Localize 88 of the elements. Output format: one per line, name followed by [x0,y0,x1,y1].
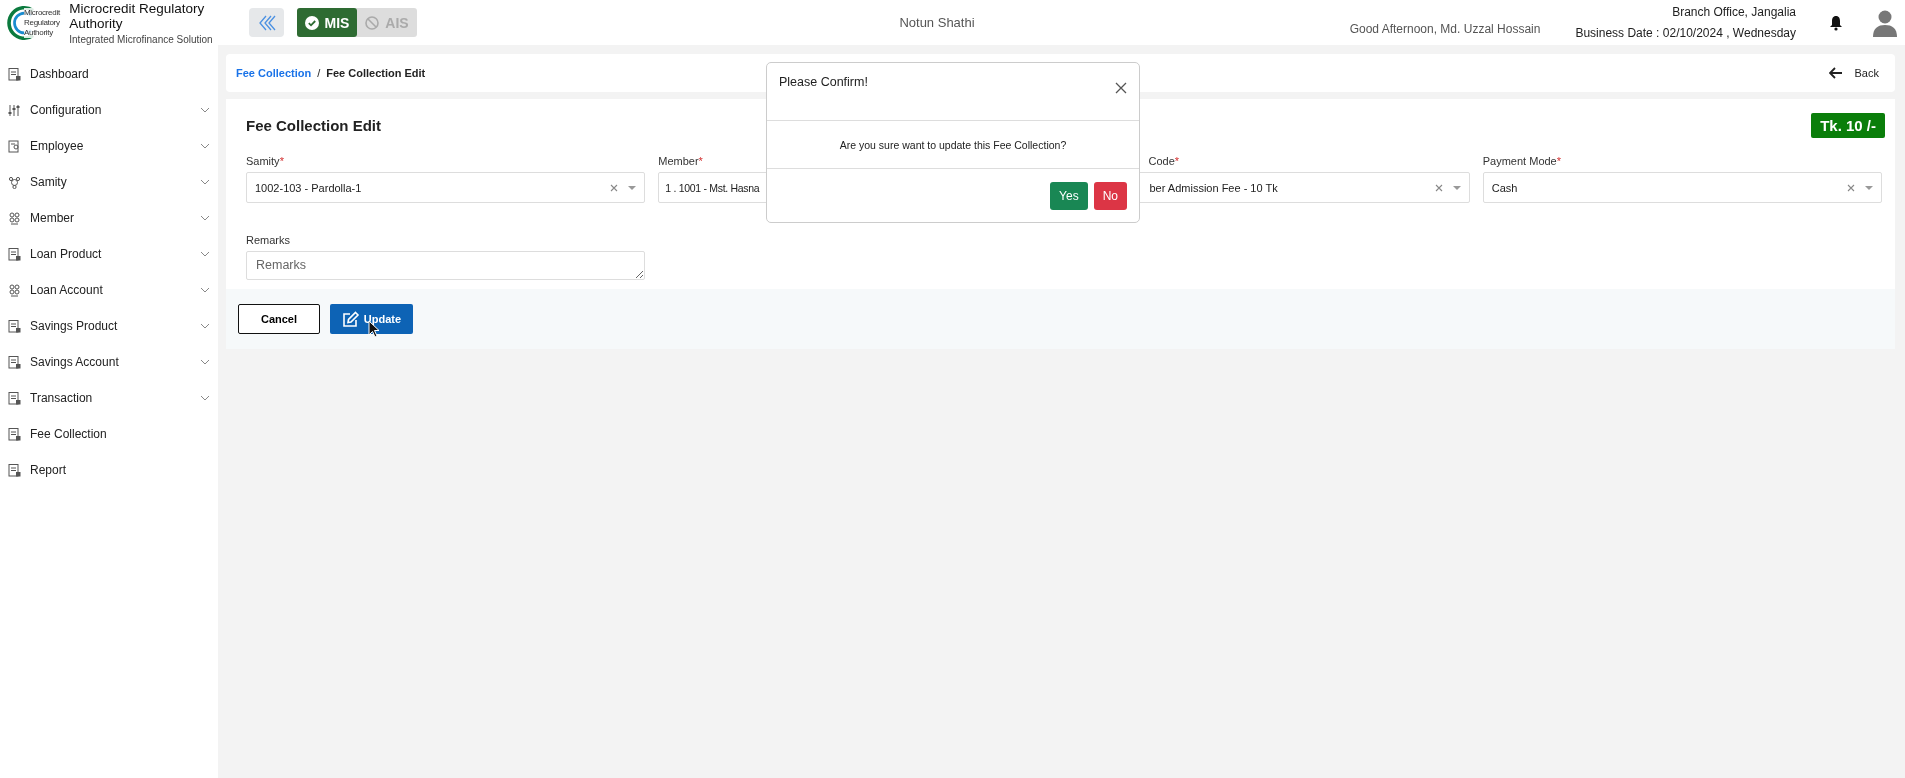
sidebar-label: Samity [30,175,68,189]
chevron-down-icon [200,395,210,401]
close-icon[interactable] [1115,82,1127,94]
sidebar-item[interactable]: Member [0,200,218,236]
notification-bell-icon[interactable] [1829,14,1843,31]
sidebar-item[interactable]: Savings Account [0,344,218,380]
sidebar-label: Member [30,211,75,225]
chevron-down-icon [200,359,210,365]
breadcrumb-link[interactable]: Fee Collection [236,67,312,79]
sidebar-label: Transaction [30,391,94,405]
field-label: Samity* [246,155,284,167]
document-icon [8,355,21,369]
sidebar-label: Loan Product [30,247,103,261]
business-date: Business Date : 02/10/2024 , Wednesday [1575,26,1796,40]
sidebar-item[interactable]: Fee Collection [0,416,218,452]
breadcrumb-separator: / [317,67,321,79]
clear-icon[interactable] [1847,183,1855,192]
collapse-sidebar-button[interactable] [249,8,284,37]
clear-icon[interactable] [610,183,619,192]
prohibited-icon [365,15,380,30]
sidebar-item[interactable]: Savings Product [0,308,218,344]
chevron-down-icon [200,215,210,221]
sidebar-label: Loan Account [30,283,104,297]
app-title: Microcredit Regulatory Authority [69,0,206,31]
id-card-icon [8,139,21,153]
module-tab[interactable]: MIS [297,8,357,37]
people-icon [8,211,21,225]
sidebar-item[interactable]: Transaction [0,380,218,416]
greeting-text: Good Afternoon, Md. Uzzal Hossain [1349,22,1541,36]
sidebar-item[interactable]: Dashboard [0,56,218,92]
chevron-down-icon [200,287,210,293]
field-label: Remarks [246,234,290,246]
yes-button[interactable]: Yes [1050,181,1088,210]
caret-down-icon [628,185,637,190]
chevron-down-icon [200,179,210,185]
sidebar-item[interactable]: Loan Product [0,236,218,272]
back-button[interactable]: Back [1822,66,1885,80]
select-field[interactable]: 1002-103 - Pardolla-1 [246,172,646,203]
sidebar-label: Configuration [30,103,103,117]
sidebar-label: Savings Account [30,355,120,369]
double-chevron-left-icon [257,14,276,31]
user-avatar-icon[interactable] [1872,8,1898,37]
sidebar-label: Report [30,463,68,477]
arrow-left-icon [1828,67,1843,79]
caret-down-icon [1865,185,1873,190]
organization-name: Notun Shathi [898,15,976,30]
dialog-message: Are you sure want to update this Fee Collection? [767,121,1139,169]
document-icon [8,463,21,477]
sidebar-label: Savings Product [30,319,119,333]
form-title: Fee Collection Edit [246,117,381,134]
update-button[interactable]: Update [330,304,413,334]
document-icon [8,67,21,81]
document-icon [8,319,21,333]
sidebar-item[interactable]: Employee [0,128,218,164]
breadcrumb-current: Fee Collection Edit [326,67,426,79]
sidebar-label: Fee Collection [30,427,108,441]
sidebar-item[interactable]: Configuration [0,92,218,128]
dialog-title: Please Confirm! [779,75,868,91]
field-label: Payment Mode* [1482,155,1561,167]
logo-text: Microcredit Regulatory Authority [24,7,60,38]
group-circle-icon [8,175,21,189]
document-icon [8,427,21,441]
select-field[interactable]: Cash [1482,172,1882,203]
branch-name: Branch Office, Jangalia [1671,5,1796,19]
caret-down-icon [1452,185,1461,190]
app-subtitle: Integrated Microfinance Solution [69,33,214,45]
chevron-down-icon [200,251,210,257]
remarks-field[interactable]: Remarks [246,251,646,280]
clear-icon[interactable] [1434,183,1443,192]
field-label: Member* [658,155,703,167]
field-label: Code* [1148,155,1180,167]
people-icon [8,283,21,297]
chevron-down-icon [200,107,210,113]
check-circle-icon [304,15,319,30]
sidebar-label: Employee [30,139,85,153]
chevron-down-icon [200,143,210,149]
document-icon [8,247,21,261]
sidebar-item[interactable]: Loan Account [0,272,218,308]
amount-badge: Tk. 10 /- [1811,113,1885,138]
edit-icon [341,310,360,328]
sliders-icon [8,103,21,117]
sidebar-item[interactable]: Samity [0,164,218,200]
no-button[interactable]: No [1093,181,1127,210]
sidebar-item[interactable]: Report [0,452,218,488]
sidebar-label: Dashboard [30,67,90,81]
chevron-down-icon [200,323,210,329]
cancel-button[interactable]: Cancel [238,304,320,334]
document-icon [8,391,21,405]
